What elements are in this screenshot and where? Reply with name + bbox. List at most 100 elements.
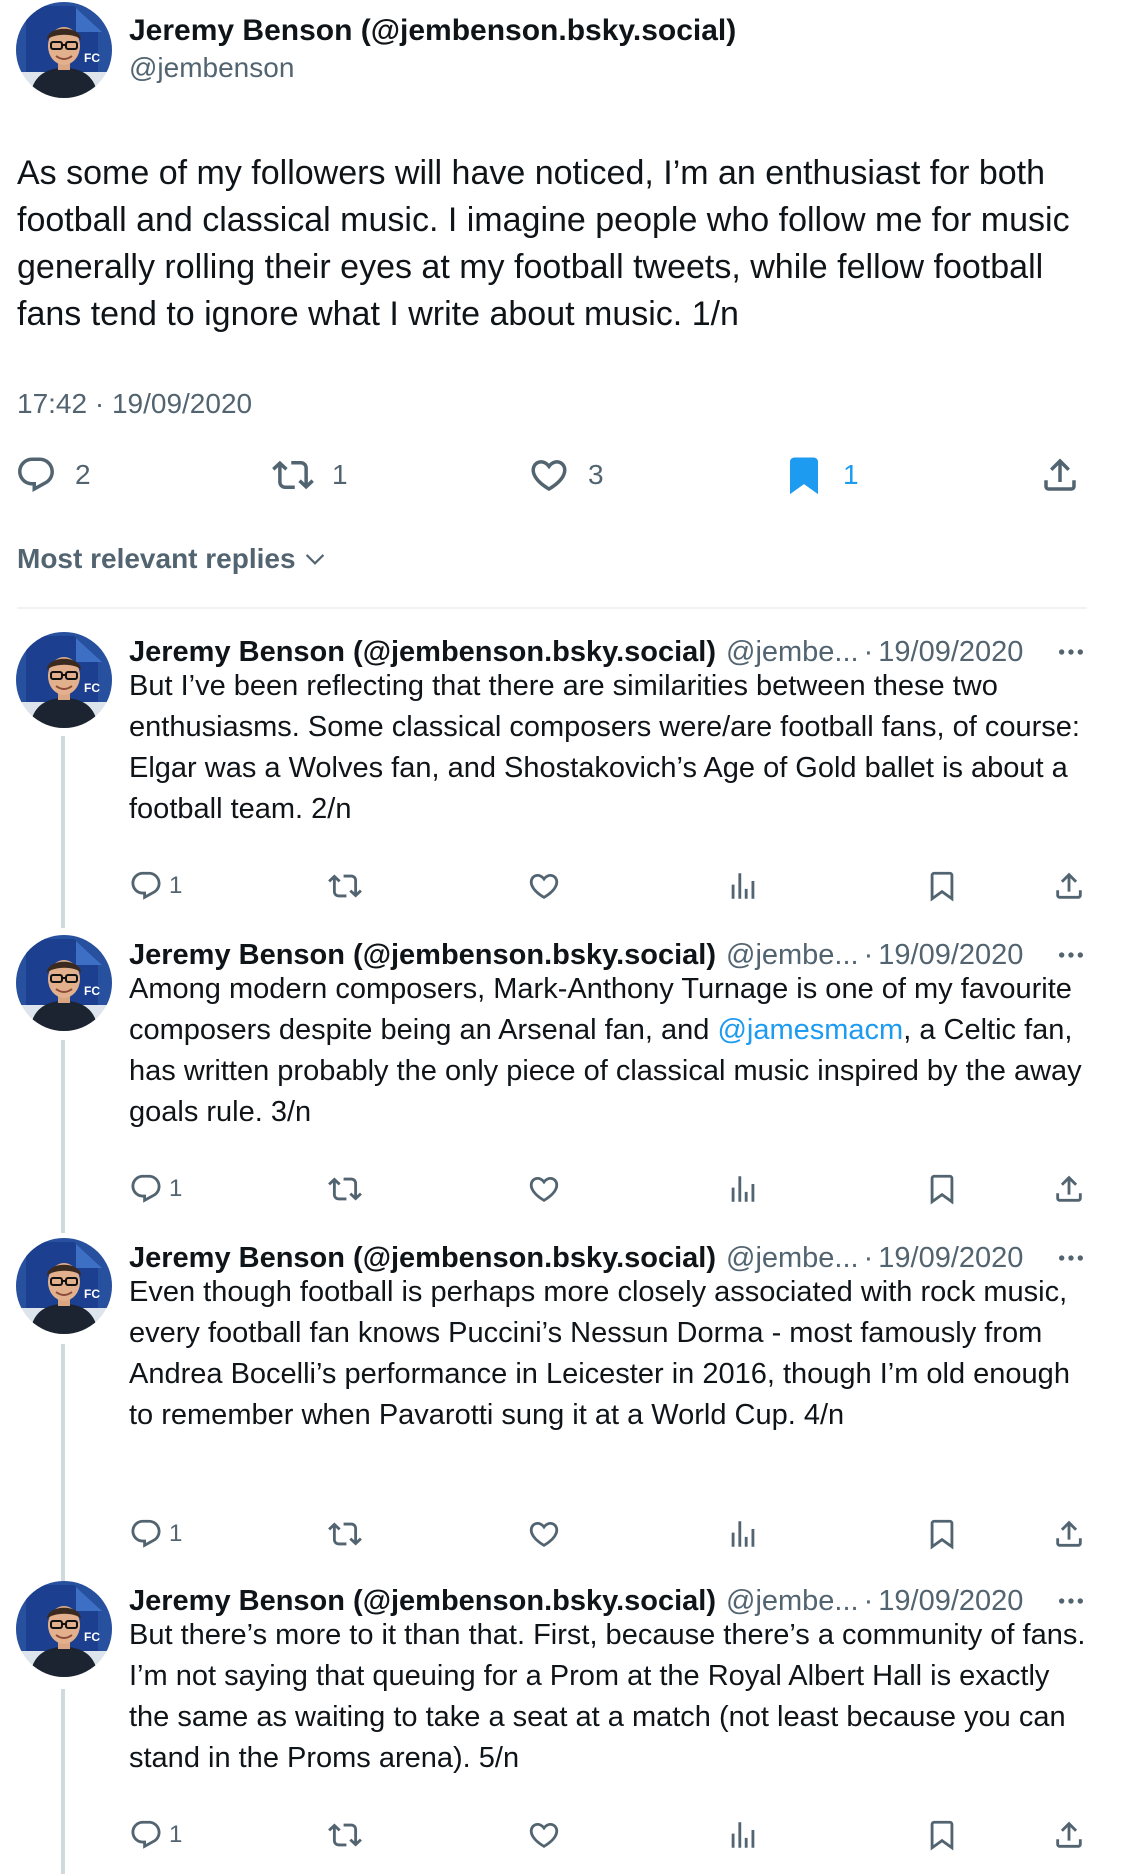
repost-icon bbox=[328, 1172, 362, 1206]
author-name[interactable]: Jeremy Benson (@jembenson.bsky.social) bbox=[129, 14, 736, 48]
replies-sort-dropdown[interactable]: Most relevant replies bbox=[17, 543, 328, 575]
share-button[interactable] bbox=[1052, 1815, 1086, 1855]
bookmark-icon bbox=[925, 869, 959, 903]
reply-button[interactable]: 1 bbox=[129, 1169, 182, 1209]
bookmark-button[interactable] bbox=[925, 1169, 959, 1209]
share-icon bbox=[1039, 454, 1081, 496]
more-icon bbox=[1055, 1585, 1087, 1617]
heart-icon bbox=[527, 869, 561, 903]
separator-dot: · bbox=[863, 1241, 874, 1274]
views-button[interactable] bbox=[726, 1815, 760, 1855]
views-icon bbox=[726, 1818, 760, 1852]
separator-dot: · bbox=[863, 938, 874, 971]
repost-button[interactable] bbox=[328, 1815, 362, 1855]
reply-count: 2 bbox=[75, 459, 91, 490]
reply-author-handle[interactable]: @jembe... bbox=[726, 939, 859, 972]
reply-icon bbox=[129, 869, 163, 903]
heart-icon bbox=[527, 1517, 561, 1551]
reply-avatar[interactable] bbox=[16, 632, 112, 728]
author-handle[interactable]: @jembenson bbox=[129, 52, 294, 84]
bookmark-count: 1 bbox=[843, 459, 859, 490]
repost-icon bbox=[328, 1517, 362, 1551]
repost-button[interactable]: 1 bbox=[272, 450, 348, 500]
mention-link[interactable]: @jamesmacm bbox=[717, 1014, 903, 1046]
reply-text: Even though football is perhaps more clo… bbox=[129, 1276, 1070, 1431]
reply-text: Among modern composers, Mark-Anthony Tur… bbox=[129, 969, 1089, 1133]
share-icon bbox=[1052, 1172, 1086, 1206]
reply-author-handle[interactable]: @jembe... bbox=[726, 636, 859, 669]
reply-button[interactable]: 2 bbox=[15, 450, 91, 500]
views-icon bbox=[726, 1172, 760, 1206]
reply-count: 1 bbox=[169, 1520, 183, 1547]
share-button[interactable] bbox=[1052, 1169, 1086, 1209]
reply-count: 1 bbox=[169, 872, 183, 899]
separator-dot: · bbox=[863, 1584, 874, 1617]
more-icon bbox=[1055, 1242, 1087, 1274]
share-button[interactable] bbox=[1039, 450, 1081, 500]
reply-author-handle[interactable]: @jembe... bbox=[726, 1242, 859, 1275]
bookmark-button[interactable] bbox=[925, 1514, 959, 1554]
reply-text: But I’ve been reflecting that there are … bbox=[129, 670, 1080, 825]
reply-icon bbox=[15, 454, 57, 496]
reply-author-name[interactable]: Jeremy Benson (@jembenson.bsky.social) bbox=[129, 1242, 716, 1275]
repost-button[interactable] bbox=[328, 866, 362, 906]
reply-text: But there’s more to it than that. First,… bbox=[129, 1619, 1086, 1774]
reply-icon bbox=[129, 1172, 163, 1206]
bookmark-icon bbox=[925, 1172, 959, 1206]
like-button[interactable] bbox=[527, 1169, 561, 1209]
repost-icon bbox=[272, 454, 314, 496]
reply-icon bbox=[129, 1517, 163, 1551]
divider bbox=[17, 607, 1087, 609]
share-icon bbox=[1052, 1517, 1086, 1551]
reply-action-bar: 1 bbox=[0, 1514, 1100, 1554]
reply-avatar[interactable] bbox=[16, 1581, 112, 1677]
heart-icon bbox=[528, 454, 570, 496]
views-button[interactable] bbox=[726, 1169, 760, 1209]
repost-count: 1 bbox=[332, 459, 348, 490]
reply-button[interactable]: 1 bbox=[129, 866, 182, 906]
more-icon bbox=[1055, 636, 1087, 668]
author-avatar[interactable] bbox=[16, 2, 112, 98]
reply-button[interactable]: 1 bbox=[129, 1815, 182, 1855]
reply-button[interactable]: 1 bbox=[129, 1514, 182, 1554]
like-button[interactable] bbox=[527, 866, 561, 906]
like-button[interactable]: 3 bbox=[528, 450, 604, 500]
share-button[interactable] bbox=[1052, 866, 1086, 906]
views-icon bbox=[726, 1517, 760, 1551]
bookmark-button[interactable]: 1 bbox=[783, 450, 859, 500]
reply-avatar[interactable] bbox=[16, 1238, 112, 1334]
post-timestamp[interactable]: 17:42 · 19/09/2020 bbox=[17, 388, 252, 420]
share-button[interactable] bbox=[1052, 1514, 1086, 1554]
reply-author-name[interactable]: Jeremy Benson (@jembenson.bsky.social) bbox=[129, 636, 716, 669]
bookmark-button[interactable] bbox=[925, 866, 959, 906]
reply-date[interactable]: 19/09/2020 bbox=[878, 939, 1023, 972]
post-action-bar: 2 1 3 1 bbox=[0, 450, 1100, 500]
replies-sort-label: Most relevant replies bbox=[17, 543, 296, 574]
repost-button[interactable] bbox=[328, 1169, 362, 1209]
like-count: 3 bbox=[588, 459, 604, 490]
views-button[interactable] bbox=[726, 866, 760, 906]
reply-count: 1 bbox=[169, 1175, 183, 1202]
reply-author-handle[interactable]: @jembe... bbox=[726, 1585, 859, 1618]
more-icon bbox=[1055, 939, 1087, 971]
bookmark-filled-icon bbox=[783, 454, 825, 496]
reply-author-name[interactable]: Jeremy Benson (@jembenson.bsky.social) bbox=[129, 939, 716, 972]
reply-action-bar: 1 bbox=[0, 1815, 1100, 1855]
reply-date[interactable]: 19/09/2020 bbox=[878, 1585, 1023, 1618]
bookmark-button[interactable] bbox=[925, 1815, 959, 1855]
views-button[interactable] bbox=[726, 1514, 760, 1554]
heart-icon bbox=[527, 1172, 561, 1206]
heart-icon bbox=[527, 1818, 561, 1852]
like-button[interactable] bbox=[527, 1815, 561, 1855]
repost-button[interactable] bbox=[328, 1514, 362, 1554]
reply-date[interactable]: 19/09/2020 bbox=[878, 636, 1023, 669]
views-icon bbox=[726, 869, 760, 903]
reply-action-bar: 1 bbox=[0, 866, 1100, 906]
reply-date[interactable]: 19/09/2020 bbox=[878, 1242, 1023, 1275]
share-icon bbox=[1052, 1818, 1086, 1852]
chevron-down-icon bbox=[302, 546, 328, 572]
reply-author-name[interactable]: Jeremy Benson (@jembenson.bsky.social) bbox=[129, 1585, 716, 1618]
bookmark-icon bbox=[925, 1517, 959, 1551]
reply-avatar[interactable] bbox=[16, 935, 112, 1031]
like-button[interactable] bbox=[527, 1514, 561, 1554]
